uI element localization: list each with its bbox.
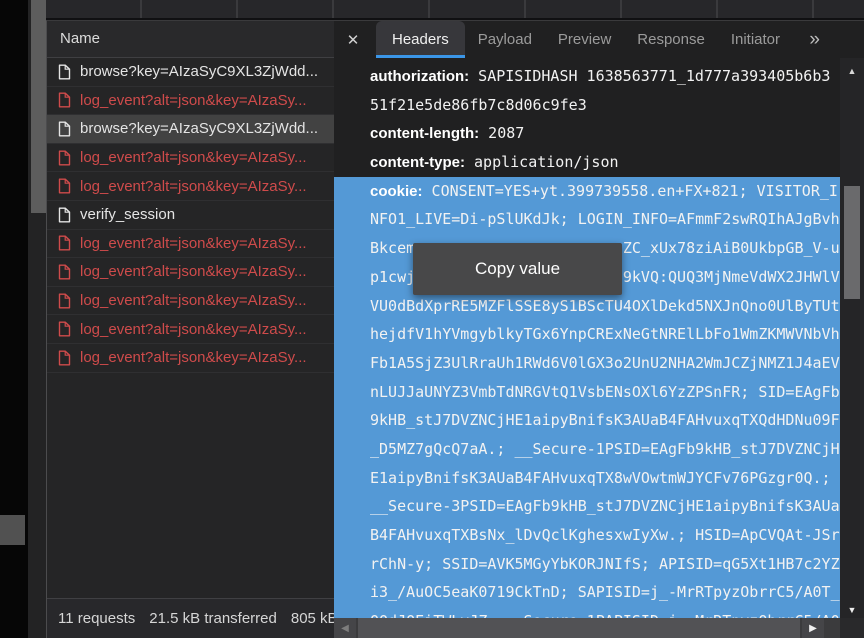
request-row[interactable]: log_event?alt=json&key=AIzaSy... (47, 344, 334, 373)
copy-value-menu-item[interactable]: Copy value (475, 259, 560, 279)
header-name: cookie: (370, 183, 423, 200)
request-count: 11 requests (58, 610, 135, 627)
document-icon (58, 178, 71, 194)
header-line: 51f21e5de86fb7c8d06c9fe3 (334, 91, 840, 120)
detail-tab[interactable]: Response (624, 21, 718, 58)
more-tabs-icon[interactable]: » (809, 21, 820, 58)
header-line: nLUJJaUNYZ3VmbTdNRGVtQ1VsbENsOXl6YzZPSnF… (334, 378, 840, 407)
name-column-header[interactable]: Name (47, 21, 334, 58)
document-icon (58, 350, 71, 366)
header-name: authorization: (370, 68, 469, 85)
transferred-size: 21.5 kB transferred (149, 610, 277, 627)
header-name: content-type: (370, 154, 465, 171)
request-name: log_event?alt=json&key=AIzaSy... (80, 92, 307, 109)
request-name: log_event?alt=json&key=AIzaSy... (80, 321, 307, 338)
request-name: verify_session (80, 206, 175, 223)
resources-size: 805 kB (291, 610, 334, 627)
request-name: log_event?alt=json&key=AIzaSy... (80, 292, 307, 309)
detail-tab-bar: ✕ HeadersPayloadPreviewResponseInitiator… (334, 21, 864, 58)
detail-tab[interactable]: Initiator (718, 21, 793, 58)
header-line: __Secure-3PSID=EAgFb9kHB_stJ7DVZNCjHE1ai… (334, 492, 840, 521)
document-icon (58, 64, 71, 80)
document-icon (58, 293, 71, 309)
scroll-left-icon[interactable]: ◀ (334, 618, 356, 638)
document-icon (58, 235, 71, 251)
header-line: 9kHB_stJ7DVZNCjHE1aipyBnifsK3AUaB4FAHvux… (334, 406, 840, 435)
document-icon (58, 121, 71, 137)
detail-tabs: HeadersPayloadPreviewResponseInitiator (368, 21, 793, 58)
request-name: browse?key=AIzaSyC9XL3ZjWdd... (80, 63, 318, 80)
request-row[interactable]: log_event?alt=json&key=AIzaSy... (47, 258, 334, 287)
request-name: log_event?alt=json&key=AIzaSy... (80, 235, 307, 252)
request-row[interactable]: log_event?alt=json&key=AIzaSy... (47, 172, 334, 201)
header-entry: content-length: 2087 (334, 119, 840, 148)
header-entry: authorization: SAPISIDHASH 1638563771_1d… (334, 62, 840, 119)
document-icon (58, 92, 71, 108)
detail-tab[interactable]: Preview (545, 21, 624, 58)
request-name: log_event?alt=json&key=AIzaSy... (80, 263, 307, 280)
context-menu: Copy value (413, 243, 622, 295)
request-row[interactable]: browse?key=AIzaSyC9XL3ZjWdd... (47, 115, 334, 144)
header-line: rChN-y; SSID=AVK5MGyYbKORJNIfS; APISID=q… (334, 550, 840, 579)
header-line: Fb1A5SjZ3UlRraUh1RWd6V0lGX3o2UnU2NHA2WmJ… (334, 349, 840, 378)
header-line: E1aipyBnifsK3AUaB4FAHvuxqTX8wVOwtmWJYCFv… (334, 464, 840, 493)
header-line: hejdfV1hYVmgyblkyTGx6YnpCRExNeGtNRElLbFo… (334, 320, 840, 349)
outer-vertical-scrollbar[interactable] (28, 0, 46, 638)
header-line: cookie: CONSENT=YES+yt.399739558.en+FX+8… (334, 177, 840, 206)
request-detail-panel: ✕ HeadersPayloadPreviewResponseInitiator… (334, 20, 864, 638)
scroll-right-icon[interactable]: ▶ (802, 618, 824, 638)
header-line: i3_/AuOC5eaK0719CkTnD; SAPISID=j_-MrRTpy… (334, 578, 840, 607)
header-line: content-length: 2087 (334, 119, 840, 148)
header-line: content-type: application/json (334, 148, 840, 177)
request-name: log_event?alt=json&key=AIzaSy... (80, 349, 307, 366)
header-line: B4FAHvuxqTXBsNx_lDvQclKghesxwIyXw.; HSID… (334, 521, 840, 550)
detail-vertical-scrollbar[interactable]: ▲ ▼ (840, 58, 864, 618)
network-table-header-strip (46, 0, 864, 20)
request-name: log_event?alt=json&key=AIzaSy... (80, 149, 307, 166)
request-row[interactable]: log_event?alt=json&key=AIzaSy... (47, 144, 334, 173)
document-icon (58, 321, 71, 337)
request-list-panel: Name browse?key=AIzaSyC9XL3ZjWdd... log_… (46, 20, 334, 638)
vertical-scrollbar-thumb[interactable] (844, 186, 860, 299)
header-line: VU0dBdXprRE5MZFlSSE8yS1BScTU4OXlDekd5NXJ… (334, 292, 840, 321)
outer-scrollbar-thumb[interactable] (31, 0, 46, 213)
detail-tab[interactable]: Headers (376, 21, 465, 58)
request-name: browse?key=AIzaSyC9XL3ZjWdd... (80, 120, 318, 137)
horizontal-scrollbar-thumb[interactable] (358, 618, 800, 638)
request-row[interactable]: verify_session (47, 201, 334, 230)
header-entry: content-type: application/json (334, 148, 840, 177)
page-left-gutter (0, 0, 28, 638)
request-row[interactable]: log_event?alt=json&key=AIzaSy... (47, 315, 334, 344)
header-line: authorization: SAPISIDHASH 1638563771_1d… (334, 62, 840, 91)
document-icon (58, 207, 71, 223)
headers-list: authorization: SAPISIDHASH 1638563771_1d… (334, 58, 840, 623)
outer-scrollbar-thumb-small[interactable] (0, 515, 25, 545)
detail-tab[interactable]: Payload (465, 21, 545, 58)
detail-horizontal-scrollbar[interactable]: ◀ ▶ (334, 618, 840, 638)
request-rows: browse?key=AIzaSyC9XL3ZjWdd... log_event… (47, 58, 334, 373)
request-row[interactable]: log_event?alt=json&key=AIzaSy... (47, 87, 334, 116)
devtools-network-panel: Name browse?key=AIzaSyC9XL3ZjWdd... log_… (0, 0, 864, 638)
header-line: _D5MZ7gQcQ7aA.; __Secure-1PSID=EAgFb9kHB… (334, 435, 840, 464)
scroll-down-icon[interactable]: ▼ (840, 605, 864, 615)
request-row[interactable]: log_event?alt=json&key=AIzaSy... (47, 287, 334, 316)
request-row[interactable]: log_event?alt=json&key=AIzaSy... (47, 230, 334, 259)
header-line: NFO1_LIVE=Di-pSlUKdJk; LOGIN_INFO=AFmmF2… (334, 205, 840, 234)
scrollbar-corner (840, 618, 864, 638)
scroll-up-icon[interactable]: ▲ (840, 66, 864, 76)
document-icon (58, 264, 71, 280)
close-icon[interactable]: ✕ (338, 21, 368, 58)
document-icon (58, 150, 71, 166)
network-summary-bar: 11 requests 21.5 kB transferred 805 kB (47, 598, 334, 638)
request-row[interactable]: browse?key=AIzaSyC9XL3ZjWdd... (47, 58, 334, 87)
request-name: log_event?alt=json&key=AIzaSy... (80, 178, 307, 195)
header-name: content-length: (370, 125, 479, 142)
